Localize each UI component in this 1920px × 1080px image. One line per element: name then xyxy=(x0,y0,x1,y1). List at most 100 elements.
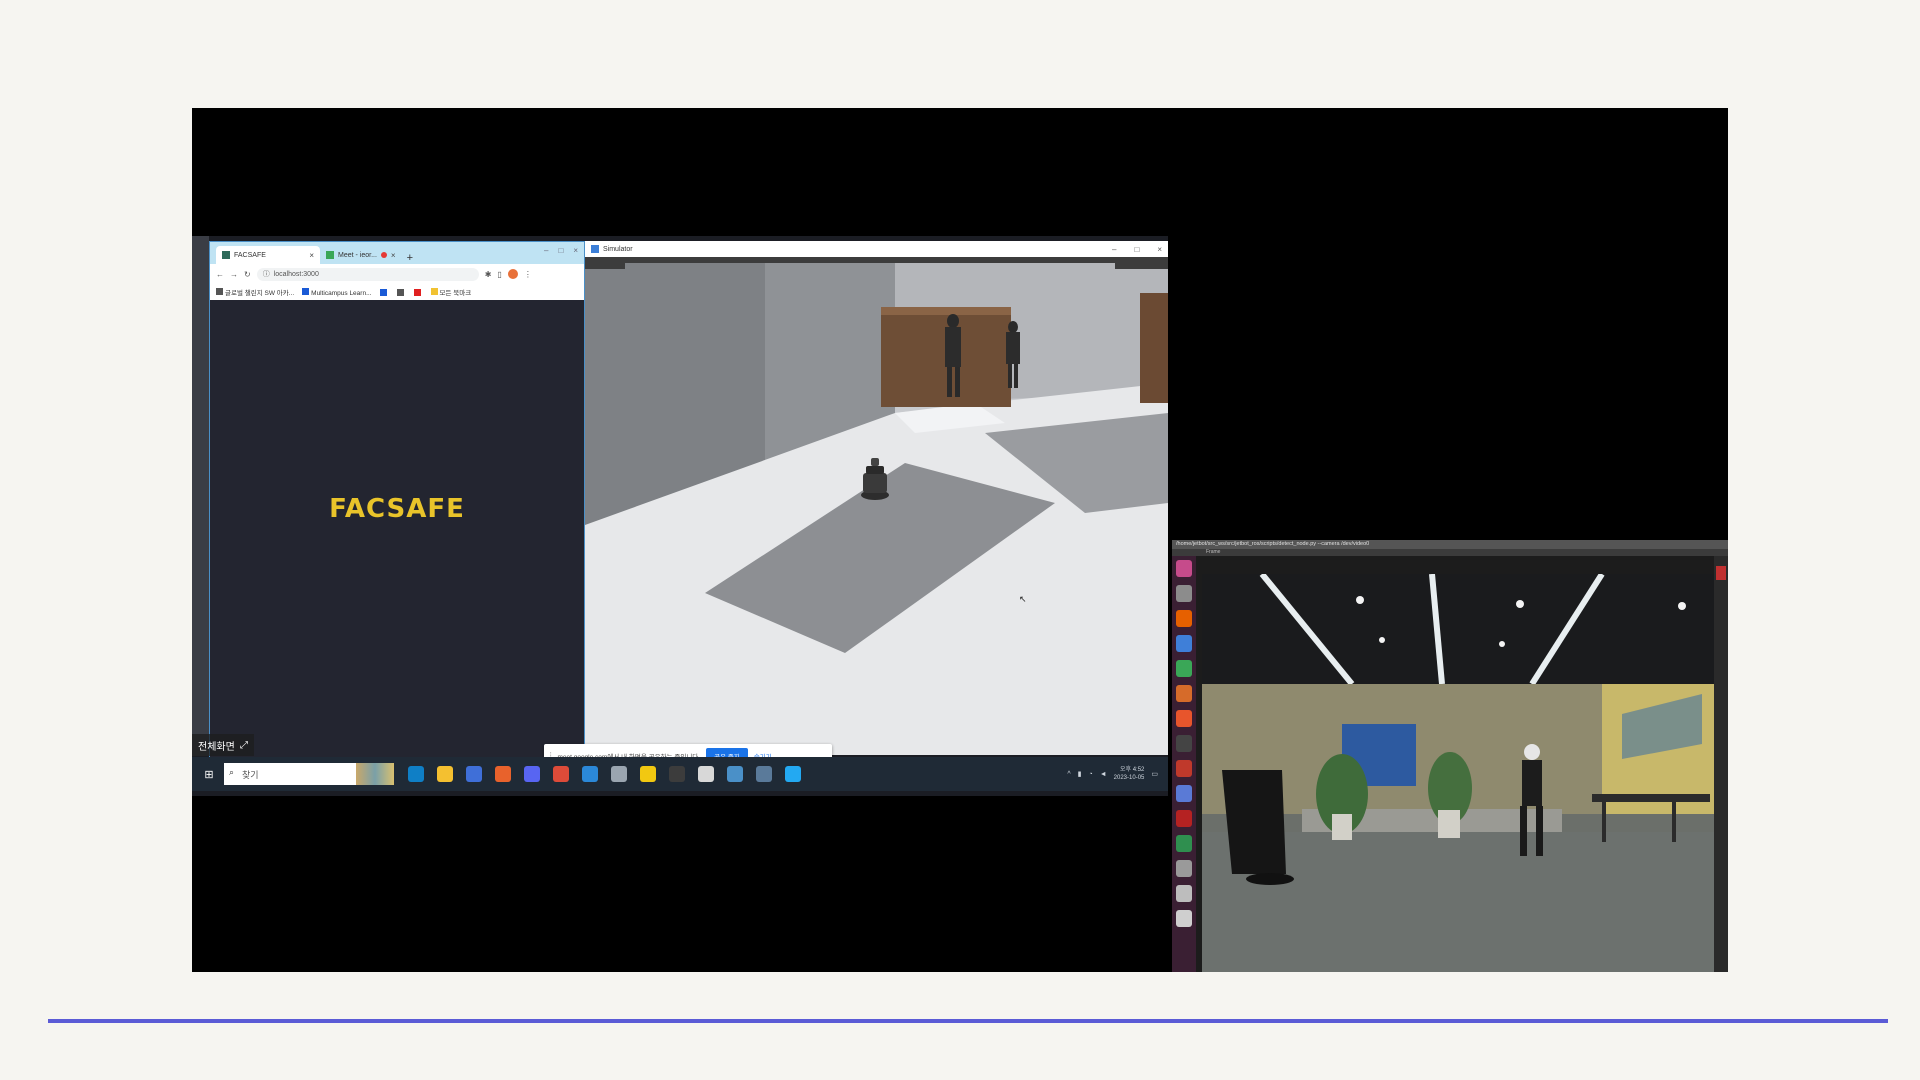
ubuntu-dash-icon[interactable] xyxy=(1176,560,1192,577)
bookmark-icon xyxy=(302,287,310,295)
unity-icon xyxy=(591,245,599,253)
app-icon[interactable] xyxy=(1176,810,1192,827)
maximize-button[interactable]: □ xyxy=(558,246,563,255)
firefox-icon[interactable] xyxy=(495,766,511,782)
tab-close-icon[interactable]: × xyxy=(391,251,396,260)
maximize-button[interactable]: □ xyxy=(1134,245,1139,254)
minimize-button[interactable]: – xyxy=(544,246,548,255)
drive-icon[interactable] xyxy=(1176,885,1192,902)
sidepanel-icon[interactable]: ▯ xyxy=(497,270,501,279)
bookmark-item[interactable]: 모든 북마크 xyxy=(430,287,471,297)
tab-label: Meet - ieor... xyxy=(338,251,377,259)
bookmark-icon[interactable] xyxy=(379,288,387,296)
tab-label: FACSAFE xyxy=(234,251,266,259)
github-icon[interactable] xyxy=(396,288,404,296)
address-text: localhost:3000 xyxy=(273,270,319,278)
search-icon: ⌕ xyxy=(229,767,235,777)
system-settings-icon[interactable] xyxy=(1176,760,1192,777)
unity-taskbar-icon[interactable] xyxy=(756,766,772,782)
mouse-cursor-icon: ↖ xyxy=(1019,594,1027,604)
search-highlight-image xyxy=(356,763,394,785)
forward-icon[interactable]: → xyxy=(230,270,238,279)
taskbar-apps xyxy=(408,766,801,782)
cloud-icon[interactable] xyxy=(611,766,627,782)
extension-icon[interactable]: ✱ xyxy=(485,270,492,279)
writer-icon[interactable] xyxy=(1176,635,1192,652)
ubuntu-window-edge xyxy=(1714,556,1728,972)
menu-icon[interactable]: ⋮ xyxy=(524,270,532,279)
indicator-icon xyxy=(1716,566,1726,580)
system-tray: ^ ▮ ◔ ◄ 오후 4:52 2023-10-05 ▭ xyxy=(1067,766,1158,782)
back-icon[interactable]: ← xyxy=(216,270,224,279)
camera-feed xyxy=(1202,574,1714,972)
notification-icon[interactable]: ▭ xyxy=(1151,770,1158,778)
facsafe-favicon-icon xyxy=(222,251,230,259)
settings-icon[interactable] xyxy=(466,766,482,782)
chrome-window: FACSAFE × Meet - ieor... × + – □ × ← → ↻… xyxy=(209,241,585,759)
site-info-icon[interactable]: ⓘ xyxy=(263,269,270,279)
address-bar[interactable]: ⓘ localhost:3000 xyxy=(256,267,479,281)
reload-icon[interactable]: ↻ xyxy=(244,270,251,279)
youtube-icon[interactable] xyxy=(413,288,421,296)
tab-facsafe[interactable]: FACSAFE × xyxy=(216,246,320,264)
volume-icon[interactable]: ◄ xyxy=(1100,771,1107,778)
simulator-window-controls: – □ × xyxy=(1112,245,1162,254)
clock-time: 오후 4:52 xyxy=(1119,767,1145,773)
chrome-icon[interactable] xyxy=(553,766,569,782)
ubuntu-launcher xyxy=(1172,556,1196,972)
discord-icon[interactable] xyxy=(524,766,540,782)
facsafe-logo: FACSAFE xyxy=(329,494,465,524)
tab-meet[interactable]: Meet - ieor... × xyxy=(320,246,402,264)
window-icon[interactable] xyxy=(727,766,743,782)
folder-icon xyxy=(430,288,438,295)
windows-desktop: FACSAFE × Meet - ieor... × + – □ × ← → ↻… xyxy=(192,236,1168,796)
start-button-icon[interactable]: ⊞ xyxy=(198,768,220,781)
clock-date: 2023-10-05 xyxy=(1113,775,1145,781)
bookmark-item[interactable]: 글로벌 챌린지 SW 아카... xyxy=(216,287,294,297)
video-frame: FACSAFE × Meet - ieor... × + – □ × ← → ↻… xyxy=(192,108,1728,972)
firefox-icon[interactable] xyxy=(1176,610,1192,627)
taskbar-search[interactable]: ⌕ 찾기 xyxy=(224,763,394,785)
minimize-button[interactable]: – xyxy=(1112,245,1116,254)
meet-favicon-icon xyxy=(326,251,334,259)
chromium-icon[interactable] xyxy=(1176,785,1192,802)
amazon-icon[interactable] xyxy=(1176,735,1192,752)
vscode-icon[interactable] xyxy=(785,766,801,782)
globe-icon[interactable] xyxy=(1176,835,1192,852)
impress-icon[interactable] xyxy=(1176,685,1192,702)
ubuntu-window-title: /home/jetbot/src_ws/src/jetbot_ros/scrip… xyxy=(1172,540,1728,549)
file-explorer-icon[interactable] xyxy=(437,766,453,782)
app-icon[interactable] xyxy=(582,766,598,782)
search-placeholder: 찾기 xyxy=(242,769,259,780)
chevron-up-icon[interactable]: ^ xyxy=(1067,771,1070,778)
mic-icon[interactable]: ▮ xyxy=(1078,770,1082,778)
bookmark-icon xyxy=(216,288,223,295)
expand-icon[interactable]: ⤢ xyxy=(240,740,248,751)
clock[interactable]: 오후 4:52 2023-10-05 xyxy=(1114,766,1145,782)
bookmarks-bar: 글로벌 챌린지 SW 아카... Multicampus Learn... 모든… xyxy=(210,284,584,301)
software-center-icon[interactable] xyxy=(1176,710,1192,727)
desktop-edge xyxy=(192,236,209,756)
trash-icon[interactable] xyxy=(1176,910,1192,927)
edge-icon[interactable] xyxy=(408,766,424,782)
profile-avatar[interactable] xyxy=(507,269,518,279)
paint-icon[interactable] xyxy=(698,766,714,782)
ubuntu-desktop: /home/jetbot/src_ws/src/jetbot_ros/scrip… xyxy=(1172,540,1728,972)
bookmark-item[interactable]: Multicampus Learn... xyxy=(302,287,372,297)
terminal-icon[interactable] xyxy=(669,766,685,782)
recording-dot-icon xyxy=(380,252,387,258)
tab-close-icon[interactable]: × xyxy=(309,251,314,260)
close-button[interactable]: × xyxy=(573,246,578,255)
calc-icon[interactable] xyxy=(1176,660,1192,677)
files-icon[interactable] xyxy=(1176,585,1192,602)
network-icon[interactable]: ◔ xyxy=(1089,771,1093,778)
chrome-page-content: FACSAFE xyxy=(210,300,584,758)
sticky-notes-icon[interactable] xyxy=(640,766,656,782)
fullscreen-overlay[interactable]: 전체화면 ⤢ xyxy=(192,734,254,756)
chrome-toolbar: ← → ↻ ⓘ localhost:3000 ✱ ▯ ⋮ xyxy=(210,264,584,284)
simulator-3d-scene[interactable] xyxy=(585,263,1168,755)
disk-icon[interactable] xyxy=(1176,860,1192,877)
simulator-window: Simulator – □ × ↖ xyxy=(585,241,1168,755)
new-tab-button[interactable]: + xyxy=(402,252,418,264)
close-button[interactable]: × xyxy=(1157,245,1162,254)
